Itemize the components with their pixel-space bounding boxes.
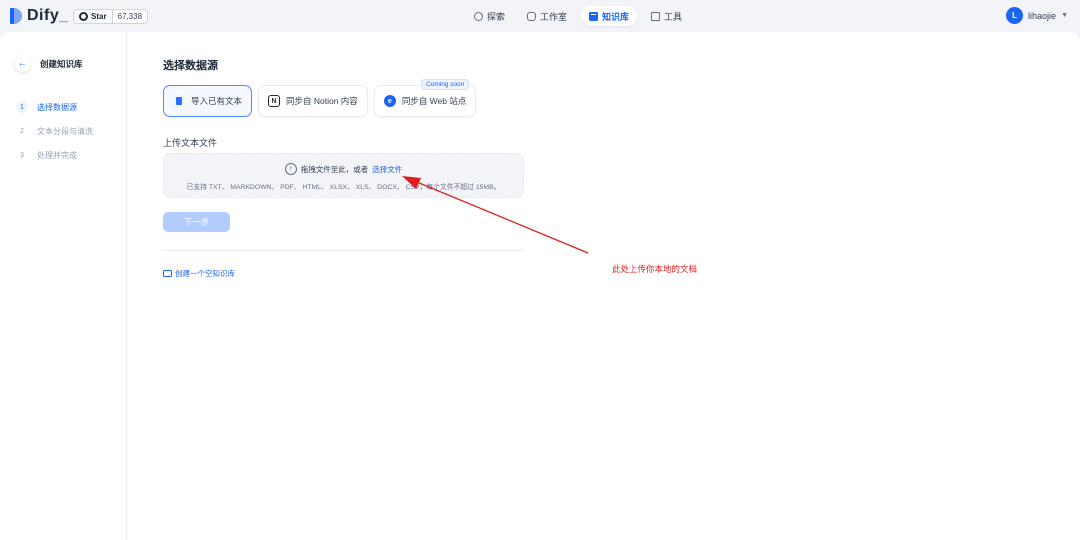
coming-soon-badge: Coming soon — [421, 79, 470, 90]
step-label: 处理并完成 — [37, 150, 77, 160]
step-number: 3 — [20, 151, 24, 159]
web-icon: e — [383, 95, 396, 107]
logo[interactable]: Dify_ — [10, 7, 69, 25]
nav-studio[interactable]: 工作室 — [519, 6, 575, 26]
back-header: ← 创建知识库 — [14, 55, 83, 72]
folder-plus-icon — [163, 270, 172, 277]
github-star-count: 67,338 — [117, 12, 143, 21]
notion-icon: N — [268, 95, 281, 107]
compass-icon — [474, 11, 483, 21]
nav-tools[interactable]: 工具 — [643, 6, 690, 26]
main-card: ← 创建知识库 1 选择数据源 2 文本分段与清洗 3 处理并完成 选择数据源 … — [0, 32, 1080, 540]
steps-sidebar: ← 创建知识库 1 选择数据源 2 文本分段与清洗 3 处理并完成 — [0, 32, 127, 540]
step-label: 选择数据源 — [37, 102, 77, 112]
step-label: 文本分段与清洗 — [37, 126, 93, 136]
page-title: 创建知识库 — [40, 58, 83, 69]
upload-label: 上传文本文件 — [163, 138, 218, 148]
next-step-button[interactable]: 下一步 — [163, 212, 230, 232]
github-star-label: Star — [91, 12, 107, 21]
toolbox-icon — [651, 11, 661, 21]
chevron-down-icon: ▼ — [1061, 12, 1068, 19]
github-icon — [79, 12, 88, 21]
supported-formats-hint: 已支持 TXT、 MARKDOWN、 PDF、 HTML、 XLSX、 XLS、… — [186, 184, 501, 191]
create-empty-knowledge-link[interactable]: 创建一个空知识库 — [163, 268, 235, 279]
file-dropzone[interactable]: ↑ 拖拽文件至此，或者 选择文件 已支持 TXT、 MARKDOWN、 PDF、… — [163, 153, 524, 198]
github-star-button[interactable]: Star 67,338 — [73, 9, 149, 24]
user-name: lihaojie — [1028, 10, 1057, 21]
steps-list: 1 选择数据源 2 文本分段与清洗 3 处理并完成 — [16, 101, 93, 173]
step-3: 3 处理并完成 — [16, 149, 93, 161]
top-bar: Dify_ Star 67,338 探索 工作室 知识库 工具 L lihaoj… — [0, 0, 1080, 32]
step-number: 1 — [16, 101, 28, 113]
source-web[interactable]: e 同步自 Web 站点 Coming soon — [373, 79, 477, 117]
step-1: 1 选择数据源 — [16, 101, 93, 113]
divider — [163, 250, 524, 251]
back-arrow-icon[interactable]: ← — [14, 55, 31, 72]
step-number: 2 — [20, 127, 24, 135]
data-source-options: 导入已有文本 N 同步自 Notion 内容 e 同步自 Web 站点 Comi… — [163, 79, 477, 117]
section-title: 选择数据源 — [163, 60, 218, 72]
main-nav: 探索 工作室 知识库 工具 — [466, 6, 690, 26]
step-2: 2 文本分段与清洗 — [16, 125, 93, 137]
upload-icon: ↑ — [284, 163, 297, 175]
book-icon — [589, 11, 599, 21]
avatar: L — [1006, 7, 1024, 24]
user-menu[interactable]: L lihaojie ▼ — [1006, 7, 1068, 24]
choose-file-link[interactable]: 选择文件 — [372, 164, 402, 175]
nav-explore[interactable]: 探索 — [466, 6, 513, 26]
source-import-text[interactable]: 导入已有文本 — [163, 85, 253, 117]
source-notion[interactable]: N 同步自 Notion 内容 — [258, 85, 368, 117]
annotation-text: 此处上传你本地的文档 — [612, 264, 698, 274]
logo-text: Dify_ — [27, 7, 69, 24]
dropzone-text: 拖拽文件至此，或者 — [300, 164, 369, 174]
dify-logo-icon — [10, 8, 22, 24]
studio-icon — [527, 11, 537, 21]
file-icon — [173, 95, 185, 107]
nav-knowledge[interactable]: 知识库 — [581, 6, 638, 26]
